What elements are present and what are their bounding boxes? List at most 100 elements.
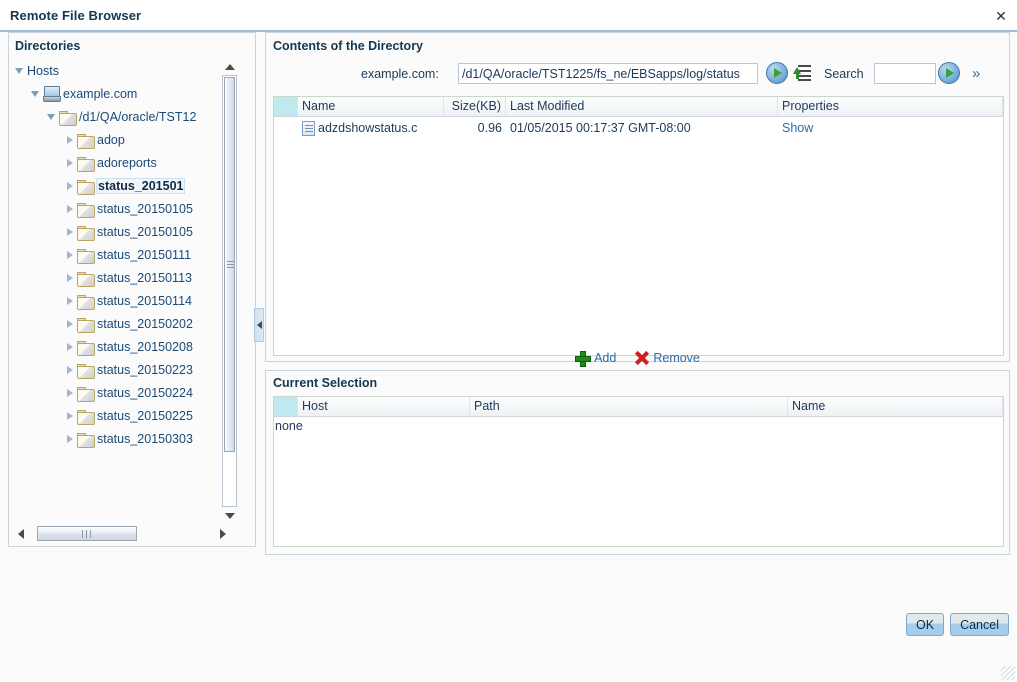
- tree-vertical-scrollbar[interactable]: [222, 59, 237, 523]
- host-label: example.com:: [361, 67, 439, 81]
- tree-node-label: example.com: [63, 86, 138, 101]
- tree-node-label: status_20150202: [97, 316, 193, 331]
- folder-icon: [77, 363, 95, 379]
- folder-icon: [77, 386, 95, 402]
- tree-collapse-icon[interactable]: [63, 363, 77, 377]
- cancel-button[interactable]: Cancel: [950, 613, 1009, 636]
- table-row[interactable]: adzdshowstatus.c 0.96 01/05/2015 00:17:37 …: [274, 117, 1003, 139]
- tree-expand-icon[interactable]: [13, 64, 27, 78]
- tree-node-label: status_20150111: [97, 247, 192, 262]
- contents-panel: Contents of the Directory example.com: S…: [265, 32, 1010, 362]
- path-input[interactable]: [458, 63, 758, 84]
- selection-column-header-select[interactable]: [274, 397, 298, 416]
- selection-column-header-path[interactable]: Path: [470, 397, 788, 416]
- folder-icon: [77, 340, 95, 356]
- tree-collapse-icon[interactable]: [63, 156, 77, 170]
- tree-node[interactable]: status_20150202: [13, 312, 235, 335]
- tree-collapse-icon[interactable]: [63, 248, 77, 262]
- tree-node[interactable]: example.com: [13, 82, 235, 105]
- plus-icon: [575, 351, 592, 367]
- tree-collapse-icon[interactable]: [63, 432, 77, 446]
- show-properties-link[interactable]: Show: [782, 121, 813, 135]
- tree-node[interactable]: status_20150111: [13, 243, 235, 266]
- column-header-last-modified[interactable]: Last Modified: [506, 97, 778, 116]
- tree-node[interactable]: status_20150224: [13, 381, 235, 404]
- ok-button[interactable]: OK: [906, 613, 945, 636]
- tree-node[interactable]: status_20150303: [13, 427, 235, 450]
- tree-vscroll-track[interactable]: [222, 75, 237, 507]
- tree-hscroll-thumb[interactable]: [37, 526, 137, 541]
- tree-node[interactable]: Hosts: [13, 59, 235, 82]
- search-go-arrow-icon[interactable]: [938, 62, 960, 84]
- tree-node[interactable]: status_20150223: [13, 358, 235, 381]
- tree-collapse-icon[interactable]: [63, 409, 77, 423]
- folder-icon: [77, 248, 95, 264]
- tree-node[interactable]: adoreports: [13, 151, 235, 174]
- tree-node[interactable]: status_20150105: [13, 220, 235, 243]
- directory-tree[interactable]: Hosts example.com/d1/QA/oracle/TST12 adop a…: [13, 59, 235, 523]
- tree-collapse-icon[interactable]: [63, 271, 77, 285]
- selection-column-header-name[interactable]: Name: [788, 397, 1003, 416]
- scroll-up-arrow-icon[interactable]: [222, 59, 237, 74]
- selection-column-header-host[interactable]: Host: [298, 397, 470, 416]
- search-label: Search: [824, 67, 864, 81]
- scroll-left-arrow-icon[interactable]: [13, 525, 29, 542]
- double-chevron-right-icon[interactable]: »: [972, 66, 980, 81]
- panel-collapse-splitter[interactable]: [254, 308, 264, 342]
- tree-collapse-icon[interactable]: [63, 294, 77, 308]
- folder-icon: [77, 271, 95, 287]
- resize-grip[interactable]: [1001, 666, 1015, 680]
- add-button[interactable]: Add: [575, 351, 617, 367]
- tree-node-label: /d1/QA/oracle/TST12: [79, 109, 197, 124]
- current-selection-panel: Current Selection Host Path Name none: [265, 370, 1010, 555]
- tree-node[interactable]: status_20150225: [13, 404, 235, 427]
- host-icon: [43, 86, 61, 102]
- tree-collapse-icon[interactable]: [63, 386, 77, 400]
- tree-node-label: status_201501: [95, 177, 186, 194]
- tree-node-label: status_20150114: [97, 293, 192, 308]
- column-header-properties[interactable]: Properties: [778, 97, 1003, 116]
- contents-title: Contents of the Directory: [273, 39, 424, 53]
- tree-collapse-icon[interactable]: [63, 179, 77, 193]
- folder-icon: [77, 294, 95, 310]
- folder-icon: [77, 179, 95, 195]
- tree-node-label: status_20150224: [97, 385, 193, 400]
- tree-expand-icon[interactable]: [45, 110, 59, 124]
- tree-node[interactable]: status_20150114: [13, 289, 235, 312]
- tree-node[interactable]: status_20150113: [13, 266, 235, 289]
- tree-collapse-icon[interactable]: [63, 225, 77, 239]
- add-remove-toolbar: Add Remove: [265, 346, 1010, 370]
- remove-button[interactable]: Remove: [634, 351, 700, 365]
- tree-node[interactable]: status_201501: [13, 174, 235, 197]
- dialog-footer: OK Cancel: [906, 613, 1009, 636]
- tree-node-label: status_20150105: [97, 201, 193, 216]
- tree-node-label: status_20150113: [97, 270, 192, 285]
- tree-collapse-icon[interactable]: [63, 202, 77, 216]
- search-input[interactable]: [874, 63, 936, 84]
- folder-icon: [77, 409, 95, 425]
- tree-node[interactable]: adop: [13, 128, 235, 151]
- tree-node[interactable]: status_20150105: [13, 197, 235, 220]
- selection-table-header: Host Path Name: [274, 397, 1003, 417]
- folder-icon: [77, 202, 95, 218]
- go-arrow-icon[interactable]: [766, 62, 788, 84]
- tree-node-label: status_20150208: [97, 339, 193, 354]
- tree-collapse-icon[interactable]: [63, 340, 77, 354]
- tree-collapse-icon[interactable]: [63, 317, 77, 331]
- tree-vscroll-thumb[interactable]: [224, 77, 235, 452]
- tree-expand-icon[interactable]: [29, 87, 43, 101]
- add-button-label: Add: [594, 351, 617, 365]
- remote-file-browser-dialog: Remote File Browser ✕ Directories Hosts e…: [0, 0, 1017, 682]
- collapse-all-icon[interactable]: [793, 64, 811, 82]
- column-header-select[interactable]: [274, 97, 298, 116]
- column-header-size[interactable]: Size(KB): [444, 97, 506, 116]
- column-header-name[interactable]: Name: [298, 97, 444, 116]
- tree-node-label: status_20150225: [97, 408, 193, 423]
- scroll-right-arrow-icon[interactable]: [215, 525, 231, 542]
- scroll-down-arrow-icon[interactable]: [222, 508, 237, 523]
- tree-node[interactable]: status_20150208: [13, 335, 235, 358]
- tree-node[interactable]: /d1/QA/oracle/TST12: [13, 105, 235, 128]
- tree-horizontal-scrollbar[interactable]: [13, 525, 231, 542]
- tree-collapse-icon[interactable]: [63, 133, 77, 147]
- close-icon[interactable]: ✕: [991, 6, 1011, 26]
